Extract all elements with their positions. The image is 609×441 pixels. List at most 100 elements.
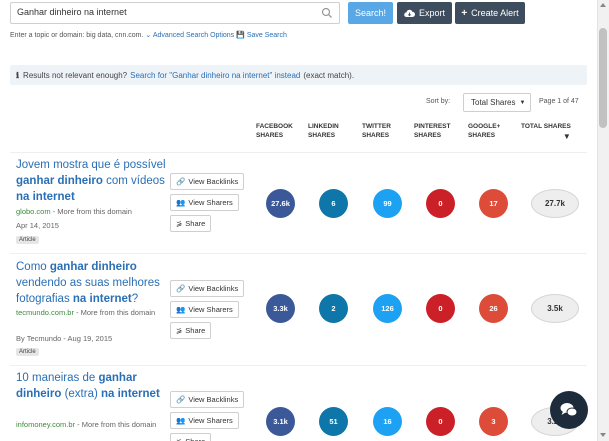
users-icon: 👥 xyxy=(176,416,186,425)
export-button-label: Export xyxy=(418,8,445,18)
pinterest-shares: 0 xyxy=(426,294,455,323)
twitter-shares: 126 xyxy=(373,294,402,323)
search-input-value: Ganhar dinheiro na internet xyxy=(17,7,127,17)
view-backlinks-label: View Backlinks xyxy=(188,284,239,293)
article-title[interactable]: Como ganhar dinheiro vendendo as suas me… xyxy=(16,259,166,307)
column-header-google-line2: SHARES xyxy=(468,132,496,139)
article-source: globo.com - More from this domain xyxy=(16,207,132,216)
sort-select[interactable]: Total Shares ▼ xyxy=(463,93,531,112)
column-header-pinterest[interactable]: PINTEREST SHARES xyxy=(414,122,450,140)
export-button[interactable]: Export xyxy=(397,2,452,24)
save-icon: 💾 xyxy=(236,32,245,39)
view-backlinks-label: View Backlinks xyxy=(188,177,239,186)
facebook-shares: 3.3k xyxy=(266,294,295,323)
twitter-shares: 99 xyxy=(373,189,402,218)
view-sharers-button[interactable]: 👥 View Sharers xyxy=(170,412,239,429)
create-alert-button[interactable]: + Create Alert xyxy=(455,2,525,24)
share-button[interactable]: ⪂Share xyxy=(170,433,212,441)
exact-match-link[interactable]: Search for "Ganhar dinheiro na internet"… xyxy=(130,71,300,80)
google-shares: 26 xyxy=(479,294,508,323)
title-highlight: na internet xyxy=(16,191,75,203)
more-from-domain-link[interactable]: More from this domain xyxy=(81,308,156,317)
article-title[interactable]: 10 maneiras de ganhar dinheiro (extra) n… xyxy=(16,370,166,402)
view-backlinks-button[interactable]: 🔗 View Backlinks xyxy=(170,280,245,297)
search-input[interactable]: Ganhar dinheiro na internet xyxy=(10,2,340,24)
share-icon: ⪂ xyxy=(176,326,183,335)
divider xyxy=(10,152,587,153)
article-title[interactable]: Jovem mostra que é possível ganhar dinhe… xyxy=(16,157,166,205)
column-header-twitter-line1: TWITTER xyxy=(362,123,391,130)
view-backlinks-button[interactable]: 🔗 View Backlinks xyxy=(170,173,245,190)
share-icon: ⪂ xyxy=(176,437,182,441)
scroll-up-icon[interactable] xyxy=(600,3,606,7)
title-text: (extra) xyxy=(61,388,101,400)
column-header-linkedin[interactable]: LINKEDIN SHARES xyxy=(308,122,339,140)
relevance-notice-suffix: (exact match). xyxy=(303,70,355,80)
divider xyxy=(10,253,587,254)
content-type-badge: Article xyxy=(16,348,39,356)
view-backlinks-label: View Backlinks xyxy=(188,395,239,404)
chat-widget-button[interactable] xyxy=(550,391,588,429)
total-shares: 3.5k xyxy=(531,294,579,323)
facebook-shares: 27.6k xyxy=(266,189,295,218)
column-header-facebook[interactable]: FACEBOOK SHARES xyxy=(256,122,293,140)
title-text: Como xyxy=(16,261,50,273)
search-icon xyxy=(321,7,332,18)
linkedin-shares: 51 xyxy=(319,407,348,436)
save-search-link[interactable]: Save Search xyxy=(247,32,287,39)
view-sharers-label: View Sharers xyxy=(188,305,233,314)
share-button[interactable]: ⪂Share xyxy=(170,322,212,339)
source-domain-link[interactable]: globo.com xyxy=(16,207,51,216)
users-icon: 👥 xyxy=(176,305,186,314)
create-alert-button-label: Create Alert xyxy=(471,8,519,18)
google-shares: 17 xyxy=(479,189,508,218)
source-domain-link[interactable]: infomoney.com.br xyxy=(16,420,75,429)
share-label: Share xyxy=(185,326,206,335)
search-button[interactable]: Search! xyxy=(348,2,393,24)
article-source: infomoney.com.br - More from this domain xyxy=(16,420,157,429)
share-label: Share xyxy=(185,437,205,441)
search-button-label: Search! xyxy=(354,8,387,18)
total-shares: 27.7k xyxy=(531,189,579,218)
column-header-facebook-line2: SHARES xyxy=(256,132,284,139)
linkedin-shares: 6 xyxy=(319,189,348,218)
column-header-google[interactable]: GOOGLE+ SHARES xyxy=(468,122,500,140)
article-date: Apr 14, 2015 xyxy=(16,221,59,230)
share-button[interactable]: ⪂Share xyxy=(170,215,212,232)
title-highlight: ganhar dinheiro xyxy=(49,261,137,273)
more-from-domain-link[interactable]: More from this domain xyxy=(82,420,157,429)
share-icon: ⪂ xyxy=(176,219,183,228)
column-header-total[interactable]: TOTAL SHARES ▼ xyxy=(521,122,571,141)
link-icon: 🔗 xyxy=(176,395,186,404)
title-text: ? xyxy=(131,293,139,305)
column-header-facebook-line1: FACEBOOK xyxy=(256,123,293,130)
article-source: tecmundo.com.br - More from this domain xyxy=(16,308,156,317)
view-sharers-button[interactable]: 👥 View Sharers xyxy=(170,194,239,211)
view-sharers-button[interactable]: 👥 View Sharers xyxy=(170,301,239,318)
scrollbar-thumb[interactable] xyxy=(599,28,607,128)
chat-bubbles-icon xyxy=(560,403,578,417)
content-type-badge: Article xyxy=(16,236,39,244)
title-highlight: na internet xyxy=(101,388,160,400)
divider xyxy=(10,365,587,366)
pinterest-shares: 0 xyxy=(426,189,455,218)
sort-label: Sort by: xyxy=(426,98,451,105)
advanced-search-link[interactable]: Advanced Search Options xyxy=(153,32,234,39)
title-highlight: ganhar dinheiro xyxy=(16,175,103,187)
column-header-twitter-line2: SHARES xyxy=(362,132,390,139)
users-icon: 👥 xyxy=(176,198,186,207)
column-header-total-label: TOTAL SHARES xyxy=(521,123,571,130)
column-header-twitter[interactable]: TWITTER SHARES xyxy=(362,122,391,140)
more-from-domain-link[interactable]: More from this domain xyxy=(57,207,132,216)
search-hint: Enter a topic or domain: big data, cnn.c… xyxy=(10,31,287,39)
column-header-pinterest-line2: SHARES xyxy=(414,132,442,139)
column-header-linkedin-line1: LINKEDIN xyxy=(308,123,339,130)
relevance-notice: ℹ Results not relevant enough? Search fo… xyxy=(10,65,587,85)
source-domain-link[interactable]: tecmundo.com.br xyxy=(16,308,74,317)
page-indicator: Page 1 of 47 xyxy=(539,98,579,105)
relevance-notice-prefix: Results not relevant enough? xyxy=(23,70,128,80)
view-backlinks-button[interactable]: 🔗 View Backlinks xyxy=(170,391,245,408)
scroll-down-icon[interactable] xyxy=(600,433,606,437)
twitter-shares: 16 xyxy=(373,407,402,436)
title-text: Jovem mostra que é possível xyxy=(16,159,166,171)
